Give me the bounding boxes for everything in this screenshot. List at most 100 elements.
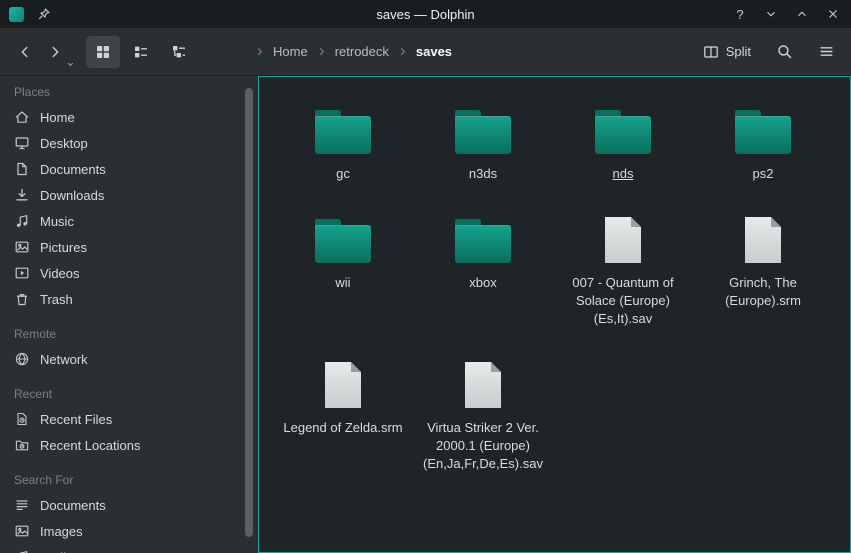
- desktop-icon: [14, 135, 30, 151]
- sidebar-item-label: Desktop: [40, 136, 88, 151]
- sidebar-item-label: Pictures: [40, 240, 87, 255]
- document-icon: [14, 161, 30, 177]
- sidebar-item-documents[interactable]: Documents: [0, 492, 258, 518]
- sidebar-item-trash[interactable]: Trash: [0, 286, 258, 312]
- sidebar-item-label: Recent Files: [40, 412, 112, 427]
- close-button[interactable]: [824, 5, 842, 23]
- icons-view-button[interactable]: [86, 36, 120, 68]
- item-label: ps2: [753, 165, 774, 183]
- scrollbar-thumb[interactable]: [245, 88, 253, 537]
- sidebar-item-pictures[interactable]: Pictures: [0, 234, 258, 260]
- sidebar-item-recent-locations[interactable]: Recent Locations: [0, 432, 258, 458]
- icon-wrap: [455, 94, 511, 156]
- dolphin-window: saves — Dolphin ?: [0, 0, 851, 553]
- folder-nds[interactable]: nds: [553, 94, 693, 183]
- icon-wrap: [605, 203, 641, 265]
- folder-ps2[interactable]: ps2: [693, 94, 833, 183]
- item-label: 007 - Quantum of Solace (Europe) (Es,It)…: [559, 274, 687, 328]
- compact-view-button[interactable]: [124, 36, 158, 68]
- icon-wrap: [315, 203, 371, 265]
- item-label: n3ds: [469, 165, 497, 183]
- network-icon: [14, 351, 30, 367]
- file-007-quantum-of-solace-europe-es-it-sav[interactable]: 007 - Quantum of Solace (Europe) (Es,It)…: [553, 203, 693, 328]
- breadcrumb-saves[interactable]: saves: [413, 44, 455, 59]
- folder-wii[interactable]: wii: [273, 203, 413, 328]
- breadcrumb: Home retrodeck saves: [254, 44, 455, 59]
- titlebar: saves — Dolphin ?: [0, 0, 851, 28]
- recent-locations-icon: [14, 437, 30, 453]
- sidebar-item-recent-files[interactable]: Recent Files: [0, 406, 258, 432]
- home-icon: [14, 109, 30, 125]
- sidebar-item-videos[interactable]: Videos: [0, 260, 258, 286]
- music-icon: [14, 549, 30, 553]
- folder-icon: [455, 219, 511, 263]
- folder-icon: [735, 110, 791, 154]
- item-label: Grinch, The (Europe).srm: [699, 274, 827, 310]
- maximize-button[interactable]: [793, 5, 811, 23]
- image-icon: [14, 523, 30, 539]
- sidebar-item-audio[interactable]: Audio: [0, 544, 258, 553]
- icon-wrap: [735, 94, 791, 156]
- video-icon: [14, 265, 30, 281]
- view-mode-buttons: [86, 36, 196, 68]
- help-button[interactable]: ?: [731, 5, 749, 23]
- content-area: Places Home Desktop Documents Downloads Music…: [0, 76, 851, 553]
- sidebar-item-images[interactable]: Images: [0, 518, 258, 544]
- breadcrumb-home[interactable]: Home: [270, 44, 311, 59]
- sidebar-item-music[interactable]: Music: [0, 208, 258, 234]
- details-view-button[interactable]: [162, 36, 196, 68]
- item-label: gc: [336, 165, 350, 183]
- minimize-button[interactable]: [762, 5, 780, 23]
- sidebar-item-desktop[interactable]: Desktop: [0, 130, 258, 156]
- back-button[interactable]: [10, 36, 40, 68]
- item-label: Virtua Striker 2 Ver. 2000.1 (Europe) (E…: [419, 419, 547, 473]
- pin-icon[interactable]: [35, 5, 53, 23]
- list-icon: [14, 497, 30, 513]
- sidebar-scrollbar[interactable]: [245, 88, 253, 541]
- chevron-right-icon: [316, 46, 327, 57]
- split-button[interactable]: Split: [697, 38, 757, 66]
- hamburger-menu-button[interactable]: [811, 36, 841, 68]
- sidebar-item-label: Home: [40, 110, 75, 125]
- icon-wrap: [465, 348, 501, 410]
- music-icon: [14, 213, 30, 229]
- icon-wrap: [325, 348, 361, 410]
- trash-icon: [14, 291, 30, 307]
- sidebar-item-network[interactable]: Network: [0, 346, 258, 372]
- folder-icon: [455, 110, 511, 154]
- forward-dropdown-icon[interactable]: [66, 60, 75, 69]
- item-label: xbox: [469, 274, 496, 292]
- sidebar-item-home[interactable]: Home: [0, 104, 258, 130]
- sidebar-item-label: Recent Locations: [40, 438, 140, 453]
- folder-gc[interactable]: gc: [273, 94, 413, 183]
- item-label: nds: [613, 165, 634, 183]
- sidebar-section-label-remote: Remote: [0, 312, 258, 346]
- split-label: Split: [726, 44, 751, 59]
- sidebar-item-label: Documents: [40, 498, 106, 513]
- item-label: wii: [335, 274, 350, 292]
- sidebar-item-downloads[interactable]: Downloads: [0, 182, 258, 208]
- file-grinch-the-europe-srm[interactable]: Grinch, The (Europe).srm: [693, 203, 833, 328]
- folder-icon: [595, 110, 651, 154]
- search-button[interactable]: [769, 36, 799, 68]
- sidebar-section-label-places: Places: [0, 78, 258, 104]
- sidebar-item-label: Images: [40, 524, 83, 539]
- icon-wrap: [455, 203, 511, 265]
- image-icon: [14, 239, 30, 255]
- file-virtua-striker-2-ver-2000-1-europe-en-ja-fr-de-es-sav[interactable]: Virtua Striker 2 Ver. 2000.1 (Europe) (E…: [413, 348, 553, 473]
- breadcrumb-retrodeck[interactable]: retrodeck: [332, 44, 392, 59]
- file-legend-of-zelda-srm[interactable]: Legend of Zelda.srm: [273, 348, 413, 473]
- folder-icon: [315, 110, 371, 154]
- folder-view: gc n3ds nds ps2 wii xbox 007 - Quantum of Sola…: [258, 76, 851, 553]
- app-icon: [9, 7, 24, 22]
- icon-wrap: [595, 94, 651, 156]
- sidebar-item-label: Videos: [40, 266, 80, 281]
- folder-n3ds[interactable]: n3ds: [413, 94, 553, 183]
- sidebar-item-documents[interactable]: Documents: [0, 156, 258, 182]
- file-icon: [465, 362, 501, 408]
- folder-xbox[interactable]: xbox: [413, 203, 553, 328]
- icon-wrap: [315, 94, 371, 156]
- chevron-right-icon: [397, 46, 408, 57]
- icon-wrap: [745, 203, 781, 265]
- sidebar-item-label: Downloads: [40, 188, 104, 203]
